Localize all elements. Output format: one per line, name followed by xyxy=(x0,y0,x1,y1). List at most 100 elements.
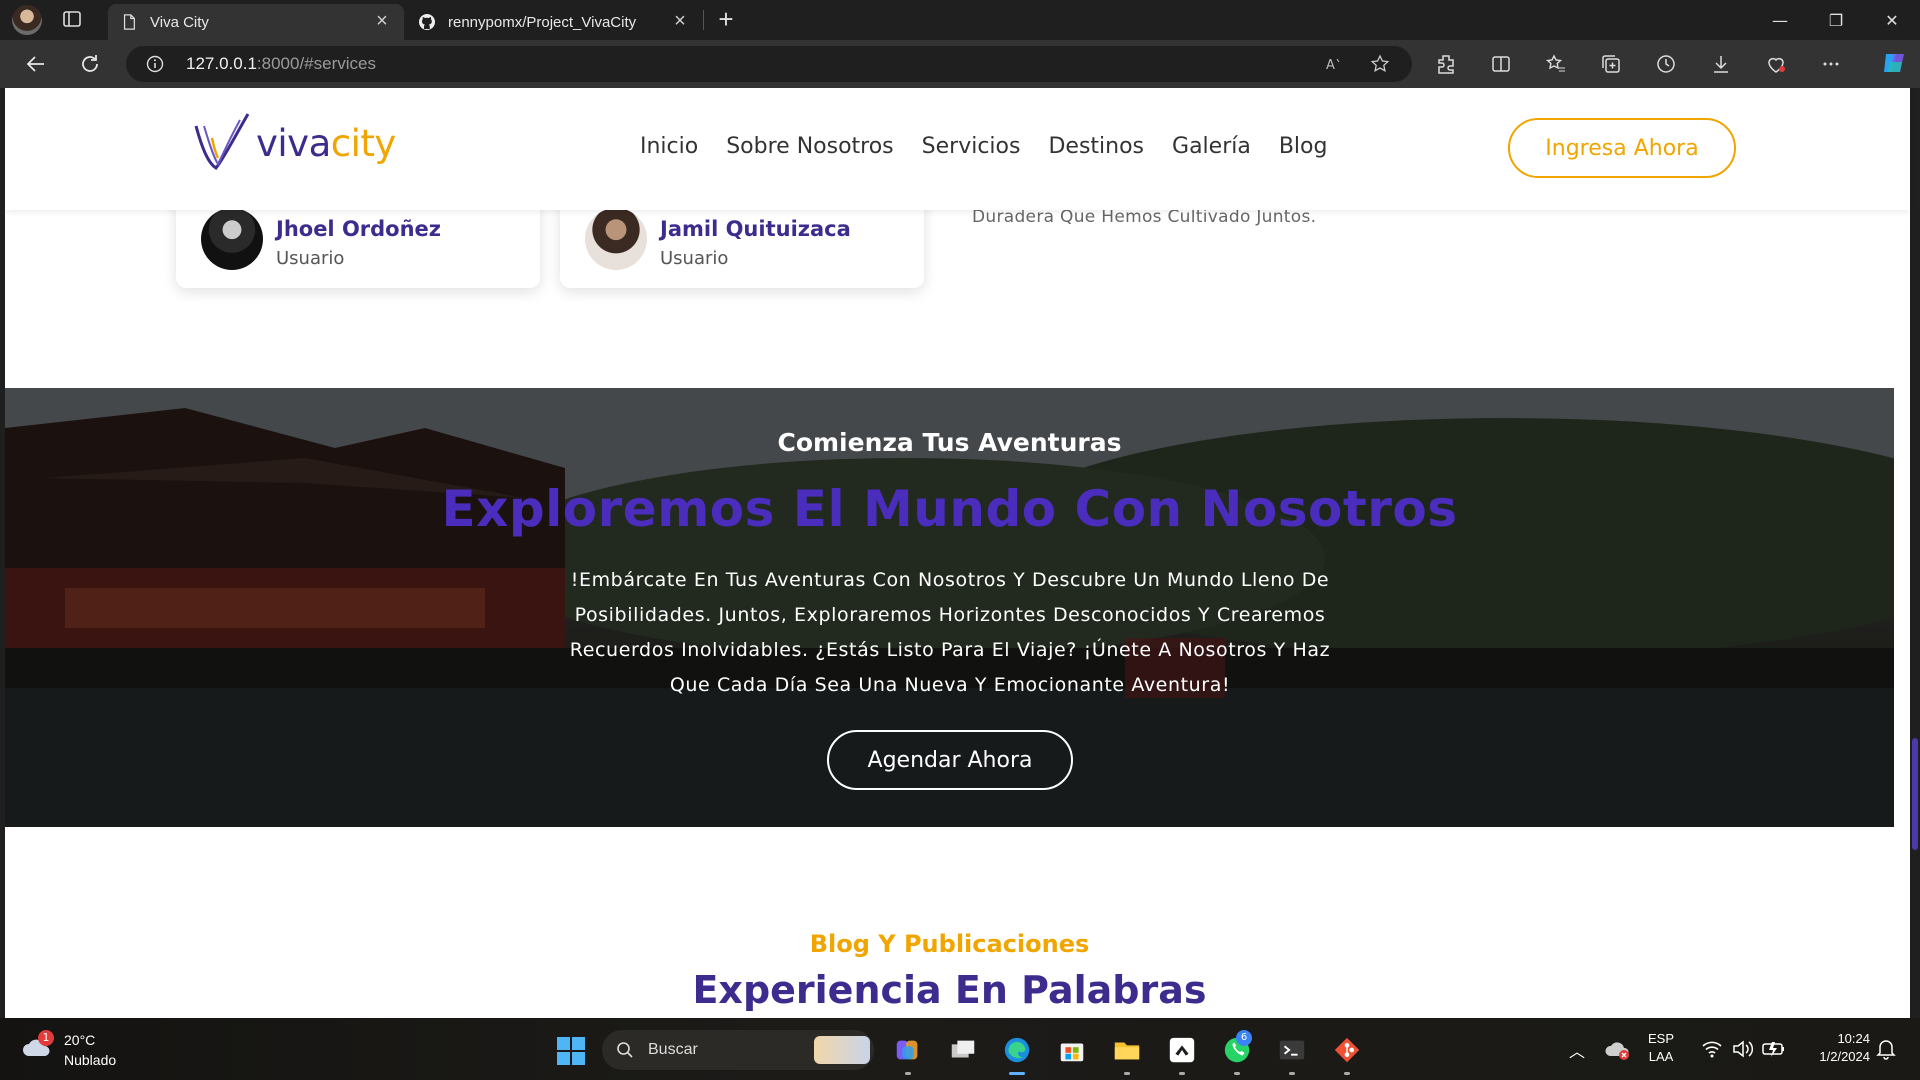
banner-body: !Embárcate En Tus Aventuras Con Nosotros… xyxy=(569,569,1331,696)
extensions-icon[interactable] xyxy=(1432,50,1460,78)
profile-avatar[interactable] xyxy=(12,5,42,35)
blog-eyebrow: Blog Y Publicaciones xyxy=(809,930,1090,958)
nav-inicio[interactable]: Inicio xyxy=(640,134,698,159)
search-highlight-image xyxy=(814,1036,870,1064)
system-clock[interactable]: 10:24 1/2/2024 xyxy=(1802,1030,1870,1066)
testimonial-text: Duradera Que Hemos Cultivado Juntos. xyxy=(972,207,1317,227)
restore-icon[interactable]: ❐ xyxy=(1808,0,1864,40)
running-indicator xyxy=(905,1072,911,1075)
logo-text-viva: viva xyxy=(256,121,331,165)
testimonial-role: Usuario xyxy=(660,248,729,269)
search-icon xyxy=(617,1042,633,1058)
browser-toolbar xyxy=(1432,50,1872,78)
downloads-icon[interactable] xyxy=(1707,50,1735,78)
onedrive-error-icon[interactable] xyxy=(1605,1038,1631,1062)
scrollbar-thumb[interactable] xyxy=(1912,738,1918,850)
weather-desc: Nublado xyxy=(64,1052,117,1068)
testimonial-name: Jamil Quituizaca xyxy=(660,217,851,241)
chevron-up-icon[interactable]: ︿ xyxy=(1565,1038,1589,1062)
running-indicator xyxy=(1344,1072,1350,1075)
nav-sobre-nosotros[interactable]: Sobre Nosotros xyxy=(726,134,893,159)
site-logo[interactable]: viva city xyxy=(190,108,430,178)
wifi-icon[interactable] xyxy=(1702,1040,1722,1058)
whatsapp-badge: 6 xyxy=(1236,1030,1252,1046)
minimize-icon[interactable]: — xyxy=(1752,0,1808,40)
logo-text-city: city xyxy=(330,121,397,165)
nav-servicios[interactable]: Servicios xyxy=(922,134,1021,159)
close-window-icon[interactable]: ✕ xyxy=(1864,0,1920,40)
address-bar[interactable]: 127.0.0.1:8000/#services A xyxy=(126,46,1412,82)
history-icon[interactable] xyxy=(1652,50,1680,78)
close-tab-icon[interactable]: × xyxy=(372,11,392,32)
weather-temp: 20°C xyxy=(64,1032,96,1048)
adventure-banner: Comienza Tus Aventuras Exploremos El Mun… xyxy=(5,388,1894,827)
address-row: 127.0.0.1:8000/#services A xyxy=(0,40,1920,88)
page-scrollbar[interactable] xyxy=(1910,88,1920,1018)
new-tab-button[interactable]: + xyxy=(712,6,740,34)
collections-icon[interactable] xyxy=(1597,50,1625,78)
windows-start-icon[interactable] xyxy=(556,1036,586,1066)
blog-title: Experiencia En Palabras xyxy=(692,968,1207,1012)
weather-widget[interactable]: 1 20°C Nublado xyxy=(20,1028,140,1072)
tab-title: rennypomx/Project_VivaCity xyxy=(448,13,637,31)
tab-separator xyxy=(703,10,704,30)
close-tab-icon[interactable]: × xyxy=(670,11,690,32)
ingresa-ahora-button[interactable]: Ingresa Ahora xyxy=(1508,118,1736,178)
terminal-app-icon[interactable] xyxy=(1274,1032,1310,1075)
nav-galeria[interactable]: Galería xyxy=(1172,134,1251,159)
weather-alert-badge: 1 xyxy=(38,1030,54,1046)
search-label: Buscar xyxy=(648,1041,698,1058)
browser-tab-bar: Viva City × rennypomx/Project_VivaCity ×… xyxy=(0,0,1920,40)
vscode-app-icon[interactable] xyxy=(1164,1032,1200,1075)
page-viewport: viva city Inicio Sobre Nosotros Servicios… xyxy=(5,88,1915,1018)
task-view-icon[interactable] xyxy=(945,1032,981,1068)
nav-blog[interactable]: Blog xyxy=(1279,134,1328,159)
banner-eyebrow: Comienza Tus Aventuras xyxy=(777,428,1122,457)
copilot-app-icon[interactable] xyxy=(890,1032,926,1075)
performance-icon[interactable] xyxy=(1762,50,1790,78)
tab-actions-icon[interactable] xyxy=(62,9,86,31)
site-info-icon[interactable] xyxy=(146,55,164,73)
tab-github[interactable]: rennypomx/Project_VivaCity × xyxy=(406,4,702,40)
favorites-icon[interactable] xyxy=(1542,50,1570,78)
running-indicator xyxy=(1289,1072,1295,1075)
window-controls: — ❐ ✕ xyxy=(1752,0,1920,40)
running-indicator xyxy=(1179,1072,1185,1075)
running-indicator xyxy=(1009,1072,1025,1075)
read-aloud-icon[interactable]: A xyxy=(1324,54,1344,74)
testimonial-name: Jhoel Ordoñez xyxy=(276,217,442,241)
input-language[interactable]: ESP LAA xyxy=(1648,1030,1674,1066)
lang-line1: ESP xyxy=(1648,1031,1675,1046)
back-icon[interactable] xyxy=(22,50,50,78)
notification-bell-icon[interactable] xyxy=(1876,1038,1896,1060)
nav-destinos[interactable]: Destinos xyxy=(1048,134,1144,159)
volume-icon[interactable] xyxy=(1732,1040,1754,1058)
tab-viva-city[interactable]: Viva City × xyxy=(108,4,404,40)
clock-date: 1/2/2024 xyxy=(1819,1049,1870,1064)
url-text: 127.0.0.1:8000/#services xyxy=(186,54,376,73)
lang-line2: LAA xyxy=(1648,1049,1674,1064)
file-explorer-icon[interactable] xyxy=(1109,1032,1145,1075)
running-indicator xyxy=(1124,1072,1130,1075)
site-header: viva city Inicio Sobre Nosotros Servicios… xyxy=(5,88,1910,210)
reload-icon[interactable] xyxy=(76,50,104,78)
taskbar-search[interactable]: Buscar xyxy=(602,1030,874,1070)
banner-headline: Exploremos El Mundo Con Nosotros xyxy=(441,480,1458,538)
windows-taskbar: 1 20°C Nublado Buscar 6 ︿ ESP LAA 10:24 … xyxy=(0,1018,1920,1080)
favorite-star-icon[interactable] xyxy=(1370,54,1390,74)
main-nav: Inicio Sobre Nosotros Servicios Destinos… xyxy=(640,134,1355,159)
testimonial-role: Usuario xyxy=(276,248,345,269)
svg-text:A: A xyxy=(1326,58,1335,73)
vivacity-logo-icon xyxy=(194,113,250,170)
battery-icon[interactable] xyxy=(1762,1040,1786,1058)
clock-time: 10:24 xyxy=(1837,1031,1870,1046)
github-icon xyxy=(418,13,436,31)
edge-app-icon[interactable] xyxy=(999,1032,1035,1075)
agendar-ahora-button[interactable]: Agendar Ahora xyxy=(827,730,1073,790)
split-screen-icon[interactable] xyxy=(1487,50,1515,78)
page-icon xyxy=(120,13,138,31)
copilot-icon[interactable] xyxy=(1880,48,1910,78)
git-app-icon[interactable] xyxy=(1329,1032,1365,1075)
store-app-icon[interactable] xyxy=(1054,1032,1090,1068)
more-menu-icon[interactable] xyxy=(1817,50,1845,78)
